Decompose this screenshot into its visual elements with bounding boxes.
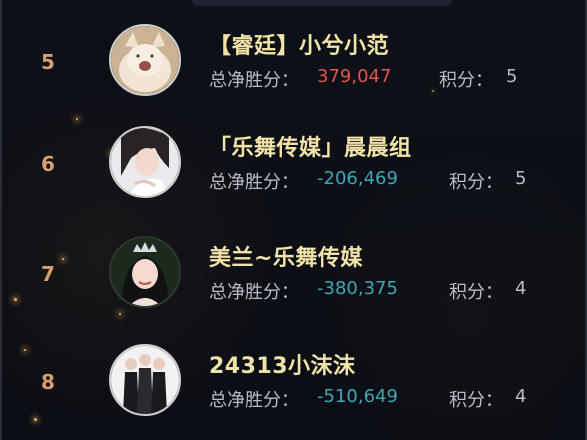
- avatar-group-icon[interactable]: [109, 344, 181, 416]
- points-value: 5: [515, 168, 527, 189]
- avatar-crown-girl-icon[interactable]: [109, 236, 181, 308]
- leaderboard-row-6[interactable]: 6 「乐舞传媒」晨晨组 总净胜分： -206,469 积分： 5: [2, 126, 587, 222]
- leaderboard-row-8[interactable]: 8 24313小沫沫 总净胜分： -510,649 积分： 4: [2, 344, 587, 440]
- rank-number: 6: [41, 152, 55, 176]
- net-score-value: 379,047: [317, 66, 392, 87]
- points-label: 积分：: [449, 282, 503, 303]
- score-label: 总净胜分：: [209, 390, 299, 411]
- avatar-girl-icon[interactable]: [109, 126, 181, 198]
- points-value: 5: [506, 66, 518, 87]
- leaderboard-row-7[interactable]: 7 美兰~乐舞传媒 总净胜分： -380,375 积分： 4: [2, 236, 587, 332]
- points-value: 4: [515, 278, 527, 299]
- score-label: 总净胜分：: [209, 70, 299, 91]
- top-scroll-edge: [192, 0, 452, 6]
- leaderboard-panel: 5 【睿廷】小兮小范 总净胜分： 379,047 积分： 5 6 「乐舞传媒」晨…: [0, 0, 587, 440]
- points-label: 积分：: [449, 390, 503, 411]
- score-label: 总净胜分：: [209, 282, 299, 303]
- points-label: 积分：: [439, 70, 493, 91]
- net-score-value: -510,649: [317, 386, 398, 407]
- points-label: 积分：: [449, 172, 503, 193]
- rank-number: 5: [41, 50, 55, 74]
- net-score-value: -206,469: [317, 168, 398, 189]
- player-name: 「乐舞传媒」晨晨组: [209, 136, 412, 161]
- player-name: 【睿廷】小兮小范: [209, 34, 390, 59]
- leaderboard-row-5[interactable]: 5 【睿廷】小兮小范 总净胜分： 379,047 积分： 5: [2, 24, 587, 120]
- rank-number: 7: [41, 262, 55, 286]
- points-value: 4: [515, 386, 527, 407]
- player-name: 24313小沫沫: [209, 354, 356, 379]
- player-name: 美兰~乐舞传媒: [209, 246, 363, 271]
- score-label: 总净胜分：: [209, 172, 299, 193]
- avatar-cat-icon[interactable]: [109, 24, 181, 96]
- net-score-value: -380,375: [317, 278, 398, 299]
- rank-number: 8: [41, 370, 55, 394]
